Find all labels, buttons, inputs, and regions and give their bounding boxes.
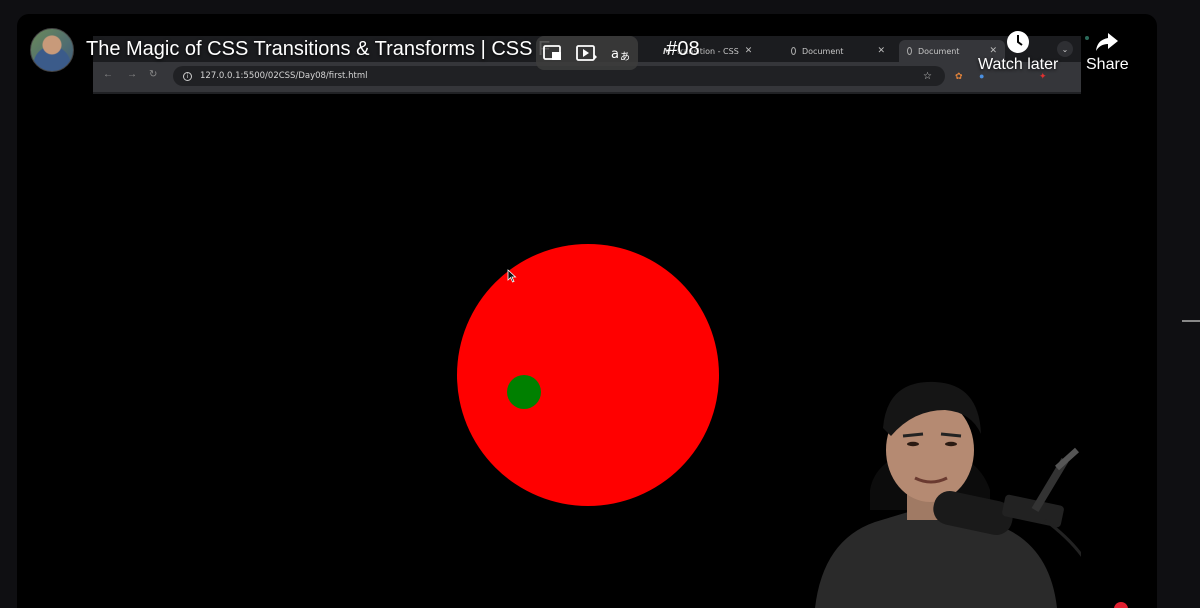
recorded-url-text: 127.0.0.1:5500/02CSS/Day08/first.html bbox=[200, 71, 368, 81]
chevron-down-icon: ⌄ bbox=[1057, 41, 1073, 57]
share-arrow-icon bbox=[1096, 33, 1119, 51]
close-icon: ✕ bbox=[744, 46, 753, 56]
recorded-tab-label: Document bbox=[802, 46, 844, 56]
clock-icon bbox=[1007, 31, 1030, 53]
svg-text:a: a bbox=[611, 47, 619, 62]
video-title-episode: #08 bbox=[666, 38, 700, 60]
red-circle bbox=[457, 244, 719, 506]
back-arrow-icon: ← bbox=[103, 69, 113, 80]
share-label: Share bbox=[1086, 56, 1129, 73]
extension-icon: ✿ bbox=[955, 71, 963, 81]
watch-later-label: Watch later bbox=[978, 56, 1059, 73]
forward-arrow-icon: → bbox=[127, 69, 137, 80]
green-circle bbox=[507, 375, 541, 409]
video-quick-controls: a あ bbox=[536, 36, 638, 70]
page: M transition - CSS ✕ Document ✕ Document… bbox=[0, 0, 1200, 608]
star-icon: ☆ bbox=[923, 71, 932, 82]
video-title-text: The Magic of CSS Transitions & Transform… bbox=[86, 38, 551, 60]
side-divider bbox=[1182, 320, 1200, 328]
reload-icon: ↻ bbox=[149, 69, 158, 80]
play-next-icon[interactable] bbox=[575, 43, 599, 63]
presenter-webcam bbox=[795, 350, 1081, 608]
mouse-cursor-icon bbox=[507, 269, 517, 283]
recorded-tab-document-1: Document ✕ bbox=[783, 40, 893, 62]
share-button[interactable]: Share bbox=[1086, 30, 1129, 74]
globe-icon bbox=[791, 47, 796, 55]
picture-in-picture-icon[interactable] bbox=[542, 43, 564, 63]
translate-icon[interactable]: a あ bbox=[610, 43, 632, 63]
video-player[interactable]: M transition - CSS ✕ Document ✕ Document… bbox=[17, 14, 1157, 608]
close-icon: ✕ bbox=[877, 46, 885, 56]
channel-avatar[interactable] bbox=[30, 28, 74, 72]
globe-icon bbox=[907, 47, 912, 55]
svg-text:あ: あ bbox=[620, 51, 630, 63]
recorded-tab-label: Document bbox=[918, 46, 960, 56]
info-icon: i bbox=[183, 71, 192, 81]
watch-later-button[interactable]: Watch later bbox=[978, 30, 1058, 74]
